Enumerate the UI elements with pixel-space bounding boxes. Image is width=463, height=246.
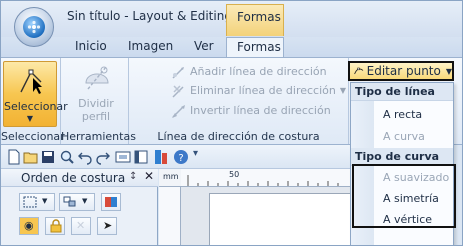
invert-direction-line-button[interactable]: Invertir línea de dirección bbox=[171, 102, 331, 119]
panel-sort-button[interactable]: ▼ bbox=[59, 193, 95, 211]
delete-direction-line-button[interactable]: Eliminar línea de dirección ▼ bbox=[171, 82, 346, 99]
hide-button[interactable]: ✕ bbox=[71, 217, 91, 235]
customize-icon[interactable]: ▾ bbox=[193, 148, 209, 164]
group-seleccionar: Seleccionar ▼ Seleccionar bbox=[1, 58, 68, 144]
color-blocks-icon bbox=[105, 197, 117, 207]
undo-icon[interactable] bbox=[77, 149, 93, 165]
help-icon[interactable]: ? bbox=[173, 149, 189, 165]
chevron-down-icon: ▼ bbox=[445, 66, 452, 76]
panel-tool-button[interactable]: ▼ bbox=[19, 193, 55, 211]
select-pointer-icon bbox=[20, 69, 42, 94]
redo-icon[interactable] bbox=[95, 149, 111, 165]
menu-icon-gutter bbox=[351, 101, 374, 245]
eye-icon: ◉ bbox=[24, 219, 34, 232]
delete-line-icon bbox=[172, 84, 184, 98]
zoom-icon[interactable] bbox=[59, 149, 75, 165]
quick-access-toolbar: ? ▾ bbox=[1, 145, 350, 169]
app-window: Sin título - Layout & Editing Formas Ini… bbox=[0, 0, 463, 246]
editar-punto-button[interactable]: Editar punto ▼ bbox=[348, 61, 454, 81]
eye-toggle-button[interactable]: ◉ bbox=[19, 217, 39, 235]
seleccionar-button-label: Seleccionar bbox=[4, 100, 68, 113]
lock-button[interactable] bbox=[45, 217, 65, 235]
save-icon[interactable] bbox=[40, 149, 56, 165]
design-canvas[interactable] bbox=[181, 187, 350, 245]
editar-punto-menu: Tipo de línea A recta A curva Tipo de cu… bbox=[350, 82, 454, 245]
color-icon[interactable] bbox=[153, 149, 169, 165]
tab-inicio[interactable]: Inicio bbox=[75, 39, 107, 53]
sewing-order-panel: Orden de costura ↕ ✕ ▼ ▼ ◉ ✕ ➤ bbox=[1, 169, 158, 245]
menu-item-a-simetria[interactable]: A simetría bbox=[383, 192, 439, 205]
sort-icon bbox=[63, 196, 76, 207]
seleccionar-button[interactable]: Seleccionar ▼ bbox=[3, 61, 68, 127]
panel-icon[interactable] bbox=[133, 149, 149, 165]
panel-header: Orden de costura ↕ ✕ bbox=[1, 169, 158, 187]
app-logo-icon bbox=[23, 16, 45, 38]
delete-direction-line-label: Eliminar línea de dirección bbox=[190, 84, 336, 97]
ruler-unit: mm bbox=[159, 169, 181, 187]
dividir-perfil-button[interactable]: Dividir perfil bbox=[65, 61, 127, 127]
panel-title: Orden de costura bbox=[21, 171, 126, 185]
tab-imagen[interactable]: Imagen bbox=[128, 39, 173, 53]
view-icon[interactable] bbox=[115, 149, 131, 165]
chevron-down-icon: ▼ bbox=[26, 114, 34, 123]
menu-item-a-suavizado[interactable]: A suavizado bbox=[383, 171, 449, 184]
group-label-herramientas: Herramientas bbox=[61, 130, 136, 143]
window-title: Sin título - Layout & Editing bbox=[67, 9, 232, 23]
contextual-tab-group-label: Formas bbox=[237, 10, 281, 24]
panel-color-button[interactable] bbox=[101, 193, 121, 211]
frame-icon bbox=[23, 196, 37, 208]
chevron-down-icon: ▼ bbox=[82, 197, 88, 205]
chevron-down-icon: ▼ bbox=[42, 197, 48, 205]
menu-item-a-vertice[interactable]: A vértice bbox=[383, 213, 432, 226]
application-button[interactable] bbox=[14, 7, 54, 47]
group-label-linea-direccion: Línea de dirección de costura bbox=[157, 130, 320, 143]
pointer-button[interactable]: ➤ bbox=[97, 217, 117, 235]
tab-formas[interactable]: Formas bbox=[226, 37, 284, 58]
add-direction-line-label: Añadir línea de dirección bbox=[190, 65, 327, 78]
editar-punto-label: Editar punto bbox=[366, 64, 441, 78]
x-icon: ✕ bbox=[76, 219, 86, 232]
vertical-ruler bbox=[159, 187, 181, 245]
cursor-icon: ➤ bbox=[103, 219, 113, 232]
horizontal-ruler: 50 bbox=[181, 169, 350, 187]
pin-icon[interactable]: ↕ bbox=[129, 171, 137, 182]
chevron-down-icon: ▼ bbox=[339, 86, 346, 95]
contextual-tab-group: Formas bbox=[226, 4, 284, 36]
menu-section-curve-type: Tipo de curva bbox=[351, 148, 453, 166]
add-direction-line-button[interactable]: Añadir línea de dirección bbox=[171, 63, 327, 80]
add-line-icon bbox=[172, 66, 184, 79]
new-icon[interactable] bbox=[6, 149, 22, 165]
tab-formas-label: Formas bbox=[237, 40, 281, 54]
dividir-perfil-label: Dividir perfil bbox=[78, 97, 114, 123]
menu-item-a-curva[interactable]: A curva bbox=[383, 130, 425, 143]
group-label-seleccionar: Seleccionar bbox=[1, 130, 65, 143]
group-herramientas: Dividir perfil Herramientas bbox=[61, 58, 136, 144]
edit-point-icon bbox=[354, 67, 364, 75]
ruler-label-50: 50 bbox=[229, 170, 240, 179]
group-linea-direccion: Añadir línea de dirección Eliminar línea… bbox=[129, 58, 349, 144]
ruler-ticks bbox=[187, 175, 339, 186]
menu-item-a-recta[interactable]: A recta bbox=[383, 108, 422, 121]
menu-section-line-type: Tipo de línea bbox=[351, 83, 453, 101]
split-outline-icon bbox=[85, 66, 109, 90]
svg-text:?: ? bbox=[178, 153, 183, 164]
tab-ver[interactable]: Ver bbox=[194, 39, 214, 53]
invert-line-icon bbox=[172, 104, 185, 118]
lock-icon bbox=[50, 219, 62, 233]
invert-direction-line-label: Invertir línea de dirección bbox=[190, 104, 331, 117]
close-icon[interactable]: ✕ bbox=[144, 169, 154, 183]
design-page[interactable] bbox=[209, 193, 350, 245]
open-icon[interactable] bbox=[23, 149, 39, 165]
